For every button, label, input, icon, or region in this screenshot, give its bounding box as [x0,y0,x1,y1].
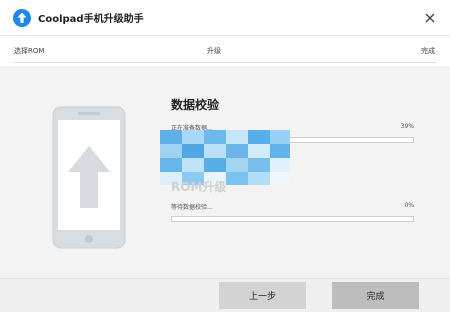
pixelated-overlay [160,130,290,185]
rom-upgrade-section-title: ROM升级 [171,180,227,194]
close-icon [425,13,435,23]
verify-percent: 39% [400,123,414,130]
step-upgrade: 升级 [207,47,221,55]
previous-step-button[interactable]: 上一步 [219,282,306,309]
step-select-rom: 选择ROM [14,47,45,55]
verify-section-title: 数据校验 [171,98,220,112]
close-button[interactable] [420,8,440,28]
footer-bar: 上一步 完成 [0,278,450,312]
window-title: Coolpad手机升级助手 [38,14,144,25]
step-divider [14,62,436,63]
rom-upgrade-status-text: 等待数据校验... [171,204,213,211]
step-bar: 选择ROM 升级 完成 [0,37,450,64]
upgrade-assistant-window: Coolpad手机升级助手 选择ROM 升级 完成 数据校验 正在准备数据...… [0,0,450,312]
finish-button[interactable]: 完成 [332,282,419,309]
content-area: 数据校验 正在准备数据... 39% ROM升级 等待数据校验... 0% [0,66,450,278]
step-done: 完成 [421,47,435,55]
title-bar: Coolpad手机升级助手 [0,0,450,36]
upload-arrow-icon [13,9,31,27]
rom-upgrade-progress-bar [171,216,414,222]
phone-upload-icon [52,106,126,249]
rom-upgrade-percent: 0% [404,202,414,209]
